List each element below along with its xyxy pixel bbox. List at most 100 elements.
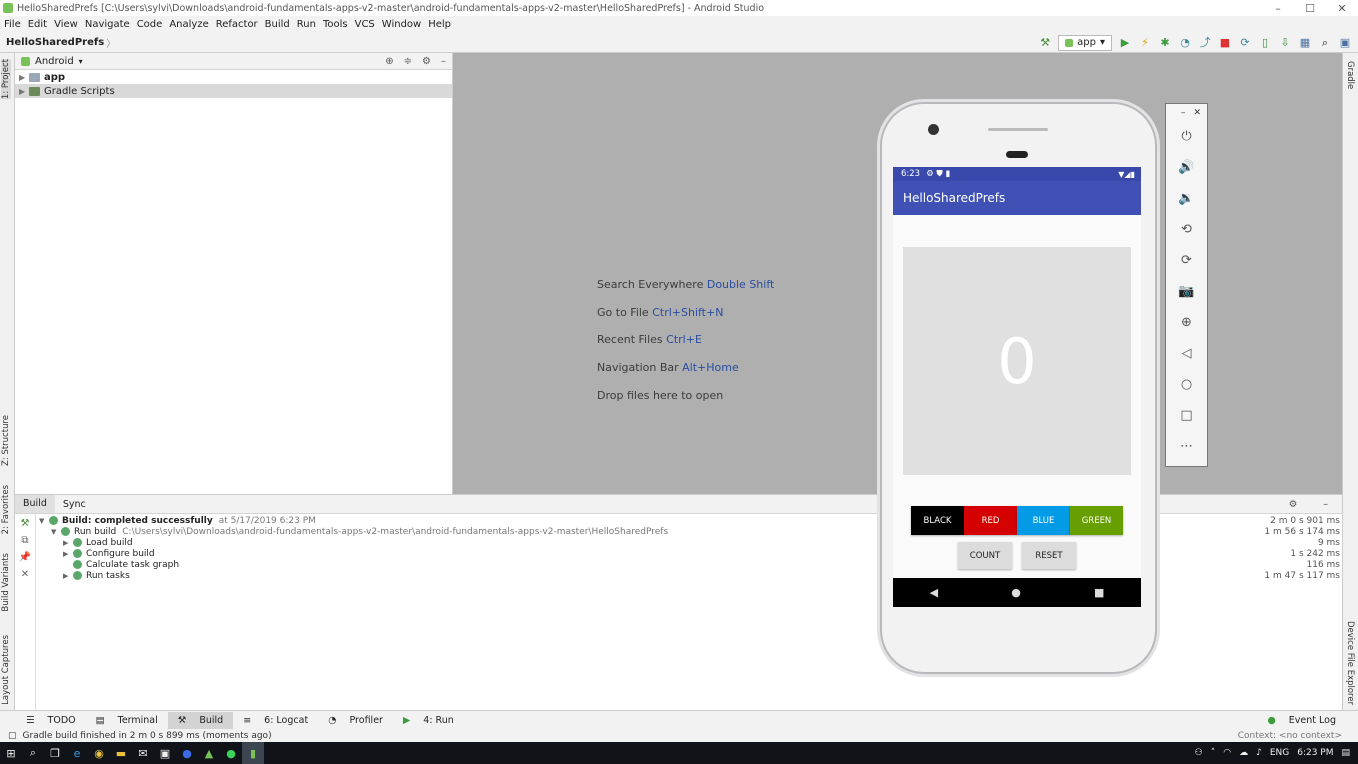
menu-build[interactable]: Build <box>265 19 290 30</box>
tab-run[interactable]: ▶ 4: Run <box>393 715 464 726</box>
tab-device-file-explorer[interactable]: Device File Explorer <box>1345 621 1355 705</box>
android-studio-taskbar-icon[interactable]: ▲ <box>198 742 220 764</box>
close-button[interactable]: ✕ <box>1326 2 1358 15</box>
volume-icon[interactable]: ♪ <box>1256 748 1262 758</box>
store-icon[interactable]: ▣ <box>154 742 176 764</box>
home-icon[interactable]: ● <box>1011 586 1021 599</box>
tab-structure[interactable]: Z: Structure <box>1 415 11 466</box>
tab-build-window[interactable]: ⚒ Build <box>167 711 234 729</box>
menu-vcs[interactable]: VCS <box>355 19 375 30</box>
hide-panel-icon[interactable]: – <box>1315 499 1336 510</box>
file-explorer-icon[interactable]: ▬ <box>110 742 132 764</box>
chevron-down-icon[interactable]: ▾ <box>79 57 83 66</box>
camera-icon[interactable]: 📷 <box>1166 284 1207 299</box>
collapse-arrow-icon[interactable]: ▼ <box>51 528 61 536</box>
expand-arrow-icon[interactable]: ▶ <box>63 550 73 558</box>
sdk-manager-icon[interactable]: ⇩ <box>1278 36 1292 50</box>
tab-project[interactable]: 1: Project <box>1 59 11 100</box>
chevron-up-icon[interactable]: ˄ <box>1211 748 1216 758</box>
tab-profiler[interactable]: ◔ Profiler <box>318 715 393 726</box>
maximize-button[interactable]: ☐ <box>1294 2 1326 15</box>
collapse-arrow-icon[interactable]: ▼ <box>39 517 49 525</box>
tab-sync[interactable]: Sync <box>55 499 94 510</box>
black-button[interactable]: BLACK <box>911 506 964 535</box>
locate-icon[interactable]: ⊕ <box>385 56 393 67</box>
edge-icon[interactable]: e <box>66 742 88 764</box>
green-button[interactable]: GREEN <box>1070 506 1123 535</box>
chrome-icon[interactable]: ◉ <box>88 742 110 764</box>
volume-up-icon[interactable]: 🔊 <box>1166 160 1207 175</box>
sync-gradle-icon[interactable]: ⟳ <box>1238 36 1252 50</box>
menu-analyze[interactable]: Analyze <box>169 19 208 30</box>
run-config-select[interactable]: app ▾ <box>1058 34 1112 51</box>
menu-edit[interactable]: Edit <box>28 19 47 30</box>
blue-button[interactable]: BLUE <box>1017 506 1070 535</box>
search-icon[interactable]: ⌕ <box>22 742 44 764</box>
run-icon[interactable]: ▶ <box>1118 36 1132 50</box>
menu-tools[interactable]: Tools <box>323 19 348 30</box>
power-icon[interactable]: ⏻ <box>1166 129 1207 144</box>
tab-gradle[interactable]: Gradle <box>1345 61 1355 89</box>
debug-icon[interactable]: ✱ <box>1158 36 1172 50</box>
breadcrumb[interactable]: HelloSharedPrefs <box>6 37 104 48</box>
emulator-screen[interactable]: 6:23 ⚙ ⛊ ▮ ▼◢▮ HelloSharedPrefs 0 BLACK … <box>893 167 1141 607</box>
back-icon[interactable]: ◀ <box>930 586 938 599</box>
collapse-icon[interactable]: ≑ <box>404 56 412 67</box>
menu-navigate[interactable]: Navigate <box>85 19 130 30</box>
rotate-right-icon[interactable]: ⟳ <box>1166 253 1207 268</box>
gear-icon[interactable]: ⚙ <box>1281 499 1306 510</box>
volume-down-icon[interactable]: 🔉 <box>1166 191 1207 206</box>
hammer-icon[interactable]: ⚒ <box>1038 36 1052 50</box>
apply-changes-icon[interactable]: ⚡ <box>1138 36 1152 50</box>
avd-manager-icon[interactable]: ▯ <box>1258 36 1272 50</box>
clock[interactable]: 6:23 PM <box>1297 748 1333 758</box>
mail-icon[interactable]: ✉ <box>132 742 154 764</box>
tab-logcat[interactable]: ≡ 6: Logcat <box>233 715 318 726</box>
menu-code[interactable]: Code <box>137 19 163 30</box>
menu-window[interactable]: Window <box>382 19 421 30</box>
menu-help[interactable]: Help <box>428 19 451 30</box>
windows-start-icon[interactable]: ⊞ <box>0 742 22 764</box>
attach-debugger-icon[interactable]: ⤴ <box>1198 36 1212 50</box>
task-view-icon[interactable]: ❐ <box>44 742 66 764</box>
tab-layout-captures[interactable]: Layout Captures <box>1 635 11 705</box>
minimize-button[interactable]: – <box>1262 2 1294 15</box>
layout-inspector-icon[interactable]: ▣ <box>1338 36 1352 50</box>
tree-item-app[interactable]: ▶ app <box>15 70 452 84</box>
red-button[interactable]: RED <box>964 506 1017 535</box>
tab-favorites[interactable]: 2: Favorites <box>1 485 11 534</box>
reset-button[interactable]: RESET <box>1022 542 1076 569</box>
emulator-taskbar-icon[interactable]: ▮ <box>242 742 264 764</box>
home-icon[interactable]: ○ <box>1166 377 1207 392</box>
onedrive-icon[interactable]: ☁ <box>1239 748 1248 758</box>
rotate-left-icon[interactable]: ⟲ <box>1166 222 1207 237</box>
close-icon[interactable]: ✕ <box>1193 108 1201 118</box>
stop-icon[interactable]: ■ <box>1218 36 1232 50</box>
app-icon[interactable]: ● <box>176 742 198 764</box>
recents-icon[interactable]: ■ <box>1094 586 1104 599</box>
tab-build[interactable]: Build <box>15 495 55 513</box>
expand-arrow-icon[interactable]: ▶ <box>63 539 73 547</box>
project-view-mode[interactable]: Android <box>35 56 74 67</box>
tab-terminal[interactable]: ▤ Terminal <box>86 715 168 726</box>
count-button[interactable]: COUNT <box>958 542 1012 569</box>
minimize-icon[interactable]: – <box>1181 108 1186 118</box>
gear-icon[interactable]: ⚙ <box>422 56 431 67</box>
network-icon[interactable]: ◠ <box>1223 748 1231 758</box>
overview-icon[interactable]: □ <box>1166 408 1207 423</box>
menu-refactor[interactable]: Refactor <box>216 19 258 30</box>
tab-build-variants[interactable]: Build Variants <box>1 553 11 612</box>
zoom-icon[interactable]: ⊕ <box>1166 315 1207 330</box>
messenger-icon[interactable]: ● <box>220 742 242 764</box>
notifications-icon[interactable]: ▤ <box>1341 748 1350 758</box>
people-icon[interactable]: ⚇ <box>1195 748 1203 758</box>
expand-arrow-icon[interactable]: ▶ <box>63 572 73 580</box>
search-icon[interactable]: ⌕ <box>1318 36 1332 50</box>
hide-panel-icon[interactable]: – <box>441 56 446 67</box>
expand-arrow-icon[interactable]: ▶ <box>19 87 29 96</box>
more-icon[interactable]: ⋯ <box>1166 439 1207 454</box>
language-indicator[interactable]: ENG <box>1270 748 1289 758</box>
profile-icon[interactable]: ◔ <box>1178 36 1192 50</box>
expand-arrow-icon[interactable]: ▶ <box>19 73 29 82</box>
back-icon[interactable]: ◁ <box>1166 346 1207 361</box>
